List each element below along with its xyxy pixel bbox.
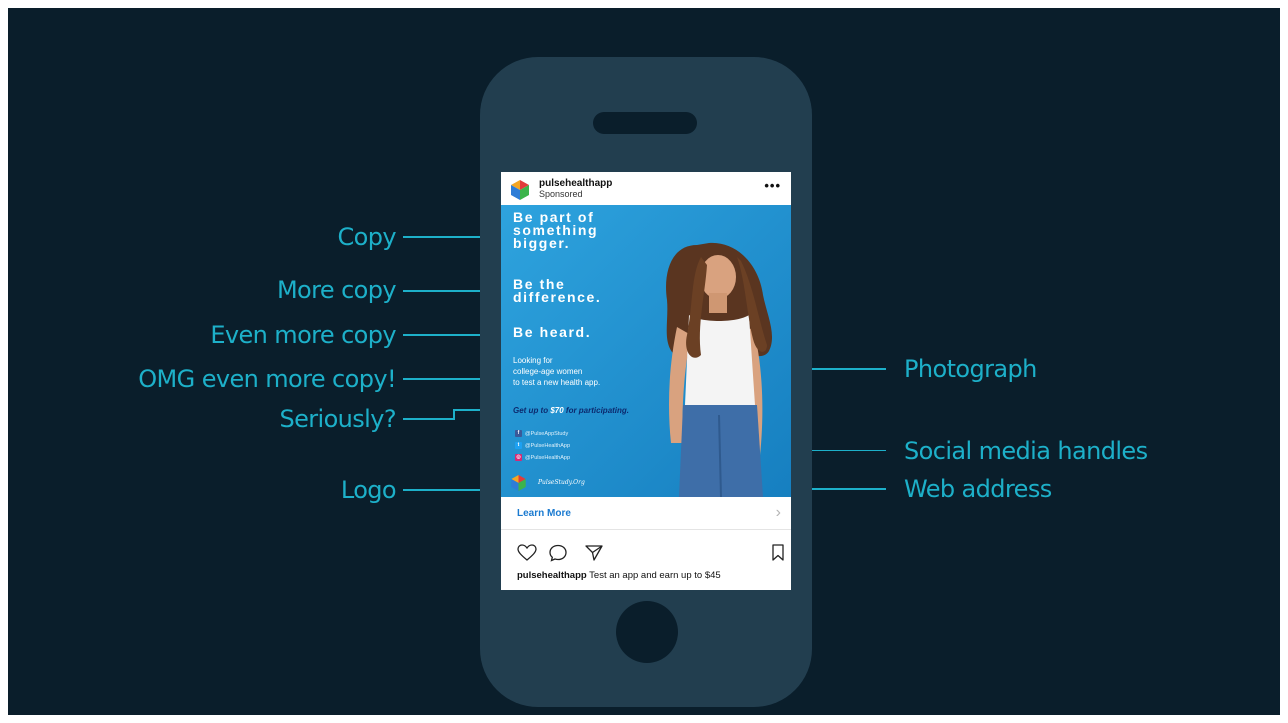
label-omg: OMG even more copy! <box>138 365 396 393</box>
label-web: Web address <box>904 475 1052 503</box>
body-copy-line-2: college-age women <box>513 367 583 376</box>
sponsored-label: Sponsored <box>539 189 583 199</box>
cta-amount: $70 <box>550 406 564 415</box>
body-copy-line-3: to test a new health app. <box>513 378 601 387</box>
pulse-logo-icon[interactable] <box>511 180 529 200</box>
post-caption: pulsehealthapp Test an app and earn up t… <box>517 570 721 581</box>
headline-1: Be part of something bigger. <box>513 210 598 251</box>
more-options-icon[interactable]: ••• <box>764 178 781 193</box>
headline-2-line-2: difference. <box>513 289 602 305</box>
label-social: Social media handles <box>904 437 1148 465</box>
instagram-icon: ◎ <box>515 454 522 462</box>
share-icon[interactable] <box>584 544 604 562</box>
instagram-post: pulsehealthapp Sponsored ••• Be part of … <box>501 172 791 590</box>
cta-pre: Get up to <box>513 406 551 415</box>
connector-seriously-a <box>403 418 455 420</box>
like-icon[interactable] <box>517 544 537 562</box>
label-more-copy: More copy <box>276 276 397 304</box>
post-username[interactable]: pulsehealthapp <box>539 178 612 189</box>
label-even-more-copy: Even more copy <box>210 321 396 349</box>
caption-username[interactable]: pulsehealthapp <box>517 570 587 581</box>
facebook-handle: @PulseAppStudy <box>525 431 569 437</box>
pulse-logo <box>511 475 526 491</box>
twitter-handle: @PulseHealthApp <box>525 443 571 449</box>
social-handle-instagram: ◎ @PulseHealthApp <box>515 454 570 463</box>
phone-home-button[interactable] <box>616 601 678 663</box>
learn-more-bar[interactable]: Learn More › <box>501 499 791 530</box>
headline-1-line-3: bigger. <box>513 235 571 251</box>
post-header: pulsehealthapp Sponsored ••• <box>501 172 791 205</box>
chevron-right-icon[interactable]: › <box>776 504 781 522</box>
cta-copy: Get up to $70 for participating. <box>513 406 629 415</box>
twitter-icon: t <box>515 442 522 450</box>
learn-more-link[interactable]: Learn More <box>517 508 571 519</box>
comment-icon[interactable] <box>548 544 568 562</box>
label-photograph: Photograph <box>904 355 1037 383</box>
bookmark-icon[interactable] <box>771 544 785 562</box>
body-copy-line-1: Looking for <box>513 356 553 365</box>
body-copy: Looking for college-age women to test a … <box>513 355 600 388</box>
social-handle-twitter: t @PulseHealthApp <box>515 442 570 451</box>
phone-speaker <box>593 112 697 134</box>
ad-image: Be part of something bigger. Be the diff… <box>501 205 791 497</box>
headline-3: Be heard. <box>513 324 592 340</box>
facebook-icon: f <box>515 430 522 438</box>
label-logo: Logo <box>340 476 397 504</box>
headline-2: Be the difference. <box>513 277 602 305</box>
slide: Copy More copy Even more copy OMG even m… <box>8 8 1280 715</box>
cta-post: for participating. <box>563 406 630 415</box>
caption-text: Test an app and earn up to $45 <box>586 570 721 581</box>
instagram-handle: @PulseHealthApp <box>525 455 571 461</box>
social-handle-facebook: f @PulseAppStudy <box>515 430 568 439</box>
label-seriously: Seriously? <box>279 405 396 433</box>
label-copy: Copy <box>337 223 397 251</box>
web-address: PulseStudy.Org <box>538 479 585 486</box>
